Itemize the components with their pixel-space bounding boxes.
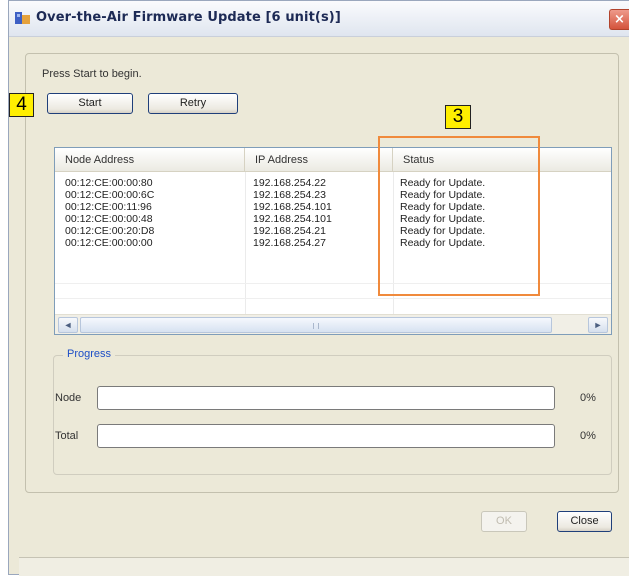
ip-address-cell: 192.168.254.23 bbox=[253, 189, 326, 201]
window-close-button[interactable]: × bbox=[609, 9, 629, 30]
annotation-badge-4: 4 bbox=[9, 93, 34, 117]
instruction-text: Press Start to begin. bbox=[42, 68, 142, 80]
status-bar bbox=[19, 557, 629, 576]
ip-address-cell: 192.168.254.21 bbox=[253, 225, 326, 237]
units-table[interactable]: Node Address IP Address Status 00:12:CE:… bbox=[54, 147, 612, 335]
total-progress-bar bbox=[97, 424, 555, 448]
title-bar[interactable]: Over-the-Air Firmware Update [6 unit(s)]… bbox=[9, 1, 629, 37]
node-progress-bar bbox=[97, 386, 555, 410]
progress-group bbox=[53, 355, 612, 475]
table-row[interactable]: 00:12:CE:00:20:D8 192.168.254.21 Ready f… bbox=[55, 225, 611, 237]
table-row[interactable]: 00:12:CE:00:00:00 192.168.254.27 Ready f… bbox=[55, 237, 611, 249]
node-address-cell: 00:12:CE:00:00:48 bbox=[65, 213, 153, 225]
status-cell: Ready for Update. bbox=[400, 189, 486, 201]
total-progress-label: Total bbox=[55, 430, 79, 442]
window-title: Over-the-Air Firmware Update [6 unit(s)] bbox=[36, 10, 341, 25]
firmware-update-window: Over-the-Air Firmware Update [6 unit(s)]… bbox=[8, 0, 629, 576]
scrollbar-thumb[interactable] bbox=[80, 317, 552, 333]
table-row[interactable]: 00:12:CE:00:00:6C 192.168.254.23 Ready f… bbox=[55, 189, 611, 201]
column-header-status[interactable]: Status bbox=[393, 148, 611, 172]
grip-icon bbox=[313, 323, 319, 329]
table-row[interactable]: 00:12:CE:00:00:48 192.168.254.101 Ready … bbox=[55, 213, 611, 225]
ip-address-cell: 192.168.254.101 bbox=[253, 201, 332, 213]
scroll-right-arrow-icon[interactable]: ► bbox=[588, 317, 608, 333]
node-address-cell: 00:12:CE:00:20:D8 bbox=[65, 225, 155, 237]
node-address-cell: 00:12:CE:00:00:6C bbox=[65, 189, 155, 201]
start-button[interactable]: Start bbox=[47, 93, 133, 114]
ip-address-cell: 192.168.254.22 bbox=[253, 177, 326, 189]
column-header-ip-address[interactable]: IP Address bbox=[245, 148, 393, 172]
progress-legend: Progress bbox=[63, 348, 116, 360]
node-progress-label: Node bbox=[55, 392, 82, 404]
retry-button[interactable]: Retry bbox=[148, 93, 238, 114]
row-gridline bbox=[55, 298, 611, 299]
ok-button[interactable]: OK bbox=[481, 511, 527, 532]
table-row[interactable]: 00:12:CE:00:11:96 192.168.254.101 Ready … bbox=[55, 201, 611, 213]
app-icon bbox=[15, 12, 30, 24]
node-address-cell: 00:12:CE:00:00:80 bbox=[65, 177, 153, 189]
table-row[interactable]: 00:12:CE:00:00:80 192.168.254.22 Ready f… bbox=[55, 177, 611, 189]
status-cell: Ready for Update. bbox=[400, 201, 486, 213]
ip-address-cell: 192.168.254.27 bbox=[253, 237, 326, 249]
scroll-left-arrow-icon[interactable]: ◄ bbox=[58, 317, 78, 333]
status-cell: Ready for Update. bbox=[400, 213, 486, 225]
node-address-cell: 00:12:CE:00:00:00 bbox=[65, 237, 153, 249]
node-address-cell: 00:12:CE:00:11:96 bbox=[65, 201, 152, 213]
status-cell: Ready for Update. bbox=[400, 177, 486, 189]
total-progress-percent: 0% bbox=[580, 430, 596, 442]
close-button[interactable]: Close bbox=[557, 511, 612, 532]
row-gridline bbox=[55, 283, 611, 284]
ip-address-cell: 192.168.254.101 bbox=[253, 213, 332, 225]
horizontal-scrollbar[interactable]: ◄ ► bbox=[55, 314, 611, 334]
table-header: Node Address IP Address Status bbox=[55, 148, 611, 172]
column-header-node-address[interactable]: Node Address bbox=[55, 148, 245, 172]
node-progress-percent: 0% bbox=[580, 392, 596, 404]
status-cell: Ready for Update. bbox=[400, 225, 486, 237]
annotation-badge-3: 3 bbox=[445, 105, 471, 129]
status-cell: Ready for Update. bbox=[400, 237, 486, 249]
